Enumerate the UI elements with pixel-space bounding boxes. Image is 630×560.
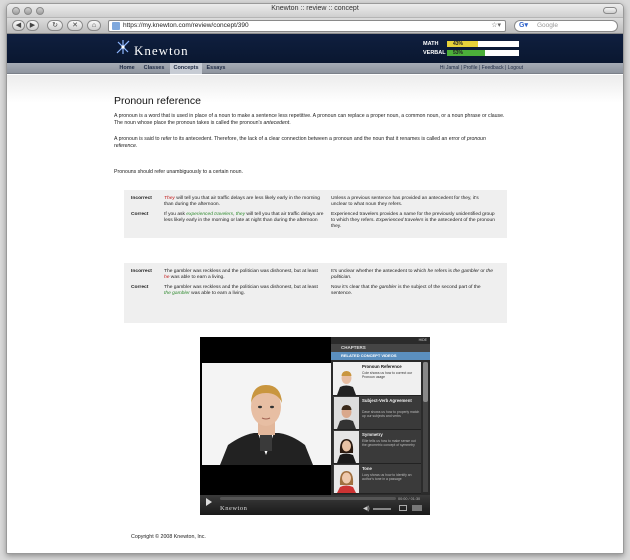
logout-link[interactable]: Logout <box>508 65 523 71</box>
menu-icon[interactable] <box>412 505 422 511</box>
example-box-2: Incorrect The gambler was reckless and t… <box>124 263 507 323</box>
play-icon[interactable] <box>206 498 212 506</box>
site-favicon-icon <box>112 22 120 30</box>
window-title: Knewton :: review :: concept <box>271 5 359 12</box>
search-input[interactable]: G▾ Google <box>514 20 618 32</box>
feedback-link[interactable]: Feedback <box>482 65 504 71</box>
incorrect-label: Incorrect <box>131 196 152 201</box>
volume-slider[interactable] <box>373 508 391 510</box>
presenter-image <box>202 363 331 465</box>
site-header: Knewton MATH 43% VERBAL 53% <box>7 34 623 63</box>
hide-panel-button[interactable]: HIDE <box>419 338 427 342</box>
math-score-value: 43% <box>453 40 464 47</box>
user-links: Hi Jamal | Profile | Feedback | Logout <box>439 65 523 71</box>
stop-button[interactable]: ✕ <box>67 20 83 31</box>
forward-button[interactable]: ▶ <box>26 20 39 31</box>
video-controls: 00:00 / 01:30 Knewton ◀) <box>200 495 430 515</box>
video-thumbnail <box>334 363 359 395</box>
page-title: Pronoun reference <box>114 95 201 107</box>
incorrect-label: Incorrect <box>131 269 152 274</box>
correct-sentence: The gambler was reckless and the politic… <box>164 285 318 297</box>
tab-classes[interactable]: Classes <box>140 63 168 74</box>
video-item-desc: Cole shows us how to correct our Pronoun… <box>362 371 413 380</box>
correct-label: Correct <box>131 212 149 217</box>
scrollbar-thumb[interactable] <box>423 362 428 402</box>
video-player[interactable]: HIDE CHAPTERS RELATED CONCEPT VIDEOS Pro… <box>200 337 430 515</box>
video-item-desc: Ellie tells us how to make sense out the… <box>362 439 416 448</box>
example-box-1: Incorrect They will tell you that air tr… <box>124 190 507 238</box>
incorrect-sentence: The gambler was reckless and the politic… <box>164 269 318 281</box>
video-item-desc: Dave shows us how to properly match up o… <box>362 410 420 419</box>
video-frame[interactable] <box>202 363 331 465</box>
video-list-item-tone[interactable]: Tone Lucy shows us how to identify an au… <box>333 464 421 494</box>
video-list-scrollbar[interactable] <box>423 362 428 492</box>
video-item-title: Tone <box>362 466 372 471</box>
knewton-logo-icon <box>116 40 130 54</box>
main-nav: Home Classes Concepts Essays Hi Jamal | … <box>7 63 623 74</box>
video-list-item-symmetry[interactable]: Symmetry Ellie tells us how to make sens… <box>333 430 421 464</box>
site-logo[interactable]: Knewton <box>134 43 189 59</box>
video-thumbnail <box>334 465 359 493</box>
search-placeholder: Google <box>537 22 558 29</box>
profile-link[interactable]: Profile <box>463 65 477 71</box>
math-score-bar: 43% <box>447 40 519 47</box>
incorrect-sentence: They will tell you that air traffic dela… <box>164 196 320 208</box>
player-brand: Knewton <box>220 505 248 512</box>
correct-explanation: Now it's clear that the gambler is the s… <box>331 285 481 297</box>
video-list-item-subject-verb[interactable]: Subject-Verb Agreement Dave shows us how… <box>333 396 421 430</box>
title-bar: Knewton :: review :: concept <box>7 4 623 18</box>
related-videos-header[interactable]: RELATED CONCEPT VIDEOS <box>331 352 430 360</box>
volume-icon[interactable]: ◀) <box>363 505 370 512</box>
tab-concepts[interactable]: Concepts <box>170 63 202 74</box>
verbal-score: VERBAL 53% <box>423 49 519 56</box>
copyright: Copyright © 2008 Knewton, Inc. <box>131 534 206 540</box>
toolbar-toggle-button[interactable] <box>603 7 617 14</box>
correct-explanation: Experienced travelers provides a name fo… <box>331 212 495 230</box>
reload-button[interactable]: ↻ <box>47 20 63 31</box>
incorrect-explanation: Unless a previous sentence has provided … <box>331 196 479 208</box>
address-bar[interactable]: https://my.knewton.com/review/concept/39… <box>108 20 506 32</box>
verbal-score-label: VERBAL <box>423 49 446 56</box>
video-item-title: Symmetry <box>362 432 383 437</box>
time-display: 00:00 / 01:30 <box>398 497 421 501</box>
chapters-header[interactable]: CHAPTERS <box>331 344 430 352</box>
video-thumbnail <box>334 397 359 429</box>
user-greeting: Hi Jamal <box>439 65 460 71</box>
math-score-label: MATH <box>423 40 439 47</box>
video-thumbnail <box>334 431 359 463</box>
browser-toolbar: ◀ ▶ ↻ ✕ ⌂ https://my.knewton.com/review/… <box>7 18 623 34</box>
back-button[interactable]: ◀ <box>12 20 25 31</box>
tab-essays[interactable]: Essays <box>204 63 228 74</box>
tab-home[interactable]: Home <box>116 63 138 74</box>
main-content: Pronoun reference A pronoun is a word th… <box>7 75 623 553</box>
browser-window: Knewton :: review :: concept ◀ ▶ ↻ ✕ ⌂ h… <box>6 3 624 554</box>
video-sidebar: HIDE CHAPTERS RELATED CONCEPT VIDEOS Pro… <box>331 337 430 495</box>
bookmark-star-icon[interactable]: ☆▾ <box>491 21 501 31</box>
incorrect-explanation: It's unclear whether the antecedent to w… <box>331 269 493 281</box>
google-search-icon: G▾ <box>519 22 528 29</box>
math-score: MATH 43% <box>423 40 519 47</box>
video-stage[interactable] <box>200 337 331 495</box>
video-item-desc: Lucy shows us how to identify an author'… <box>362 473 412 482</box>
video-item-title: Subject-Verb Agreement <box>362 398 412 403</box>
url-text: https://my.knewton.com/review/concept/39… <box>123 22 249 29</box>
correct-sentence: If you ask experienced travelers, they w… <box>164 212 324 224</box>
fullscreen-icon[interactable] <box>399 505 407 511</box>
home-button[interactable]: ⌂ <box>87 20 101 31</box>
verbal-score-bar: 53% <box>447 49 519 56</box>
reference-paragraph: A pronoun is said to refer to its antece… <box>114 136 486 150</box>
correct-label: Correct <box>131 285 149 290</box>
verbal-score-value: 53% <box>453 49 464 56</box>
video-item-title: Pronoun Reference <box>362 364 402 369</box>
rule-paragraph: Pronouns should refer unambiguously to a… <box>114 169 243 175</box>
video-list-item-pronoun-reference[interactable]: Pronoun Reference Cole shows us how to c… <box>333 362 421 396</box>
progress-track[interactable] <box>220 497 396 500</box>
intro-paragraph: A pronoun is a word that is used in plac… <box>114 113 505 127</box>
